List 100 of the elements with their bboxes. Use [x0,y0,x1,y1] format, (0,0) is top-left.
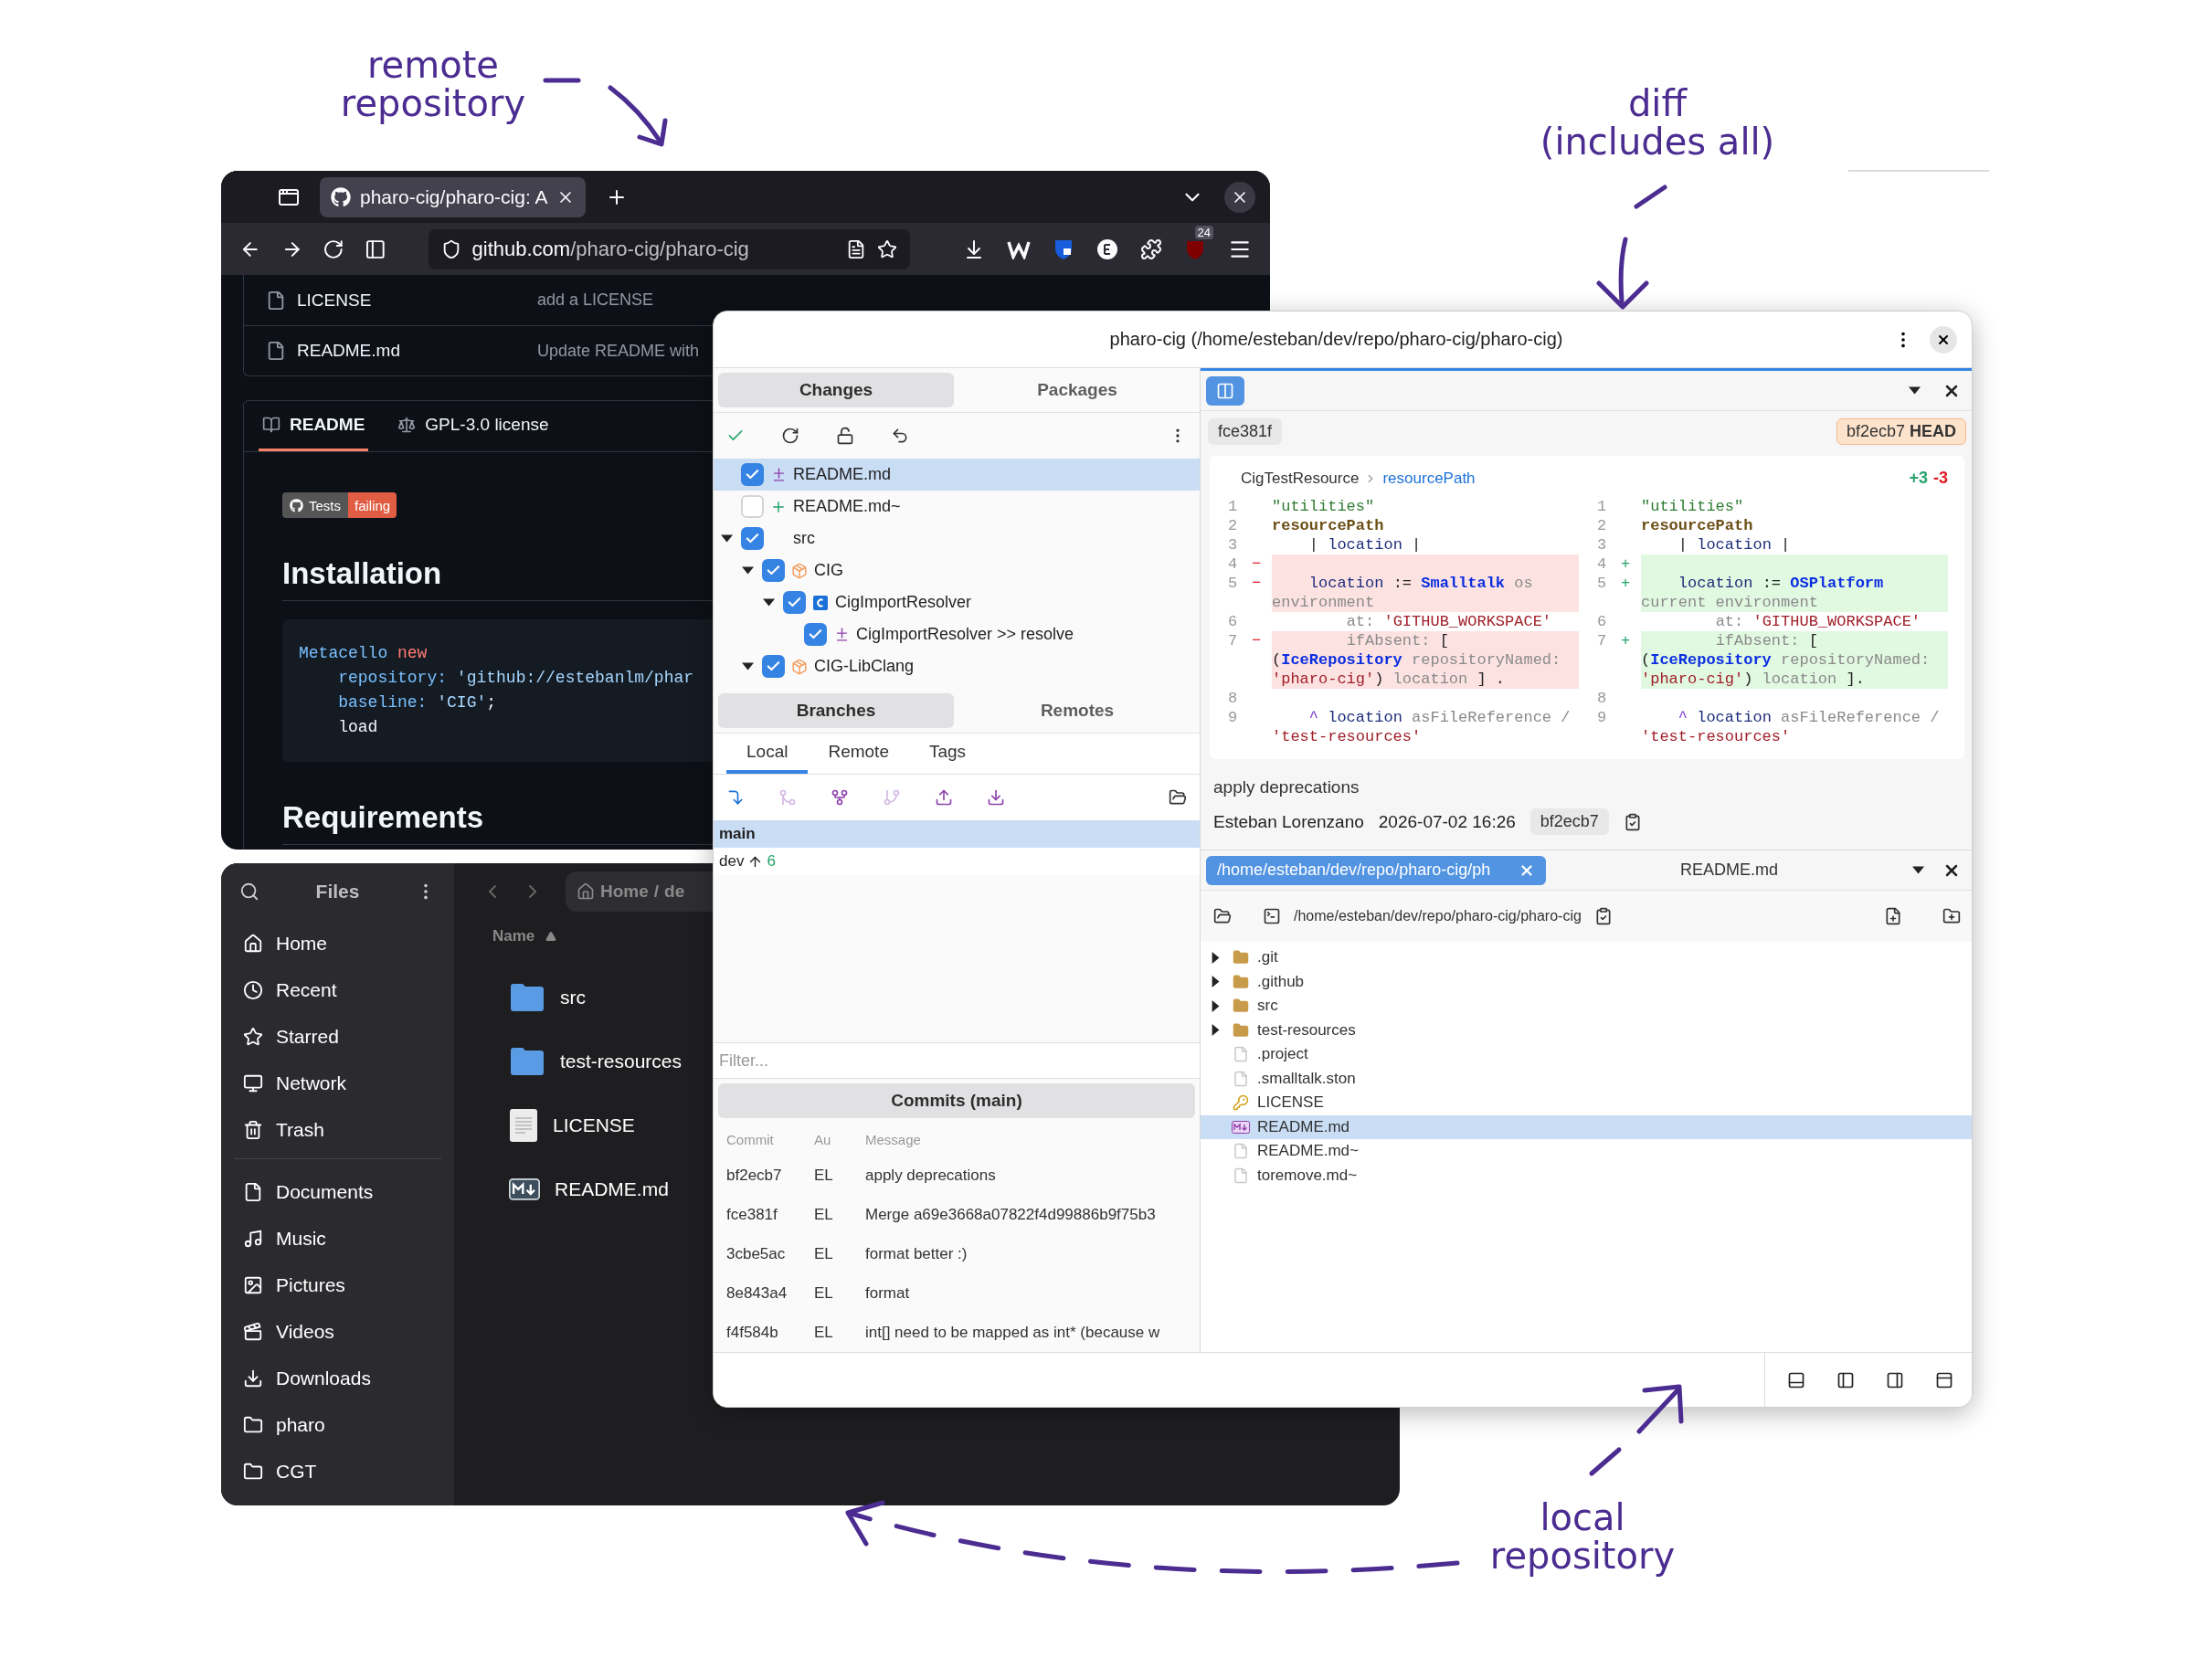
checkbox[interactable] [741,463,764,486]
tree-row[interactable]: CigImportResolver >> resolve [714,618,1200,650]
ahead-count: 6 [767,852,776,871]
new-file-icon[interactable] [1884,907,1902,925]
tree-row[interactable]: CIG [714,554,1200,586]
file-name[interactable]: src [560,987,586,1008]
sidebar-item[interactable]: Starred [234,1013,441,1060]
file-name[interactable]: test-resources [560,1051,683,1072]
terminal-icon[interactable] [1263,907,1281,925]
filter-field[interactable]: Filter... [714,1042,1200,1079]
download-icon[interactable] [987,788,1005,807]
caret-icon[interactable] [720,533,733,544]
file-row[interactable]: README.md [1201,1114,1972,1139]
file-row[interactable]: src [1201,994,1972,1019]
browser-tab[interactable]: pharo-cig/pharo-cig: A [320,176,587,217]
new-folder-icon[interactable] [1942,907,1961,925]
caret-icon[interactable] [741,565,754,576]
reload-icon[interactable] [323,238,344,260]
undo-icon[interactable] [891,427,909,445]
sidebar-item[interactable]: Home [234,920,441,966]
file-name[interactable]: README.md [555,1178,669,1200]
caret-icon[interactable] [762,597,775,608]
checkbox[interactable] [783,591,806,614]
checkbox[interactable] [762,559,785,582]
checkbox[interactable] [762,655,785,678]
sidebar-item[interactable]: Recent [234,966,441,1013]
column-header[interactable]: Name [492,927,535,945]
reader-view-icon[interactable] [846,238,866,259]
close-button[interactable] [1930,325,1957,354]
diff-view-button[interactable] [1206,375,1244,406]
checkout-arrow-icon[interactable] [726,788,745,807]
file-name[interactable]: README.md [297,341,526,361]
readme-tab[interactable]: README [259,401,369,451]
checkbox[interactable] [741,527,764,550]
tab[interactable]: Remotes [959,693,1195,728]
file-row[interactable]: .smalltalk.ston [1201,1066,1972,1091]
tree-row[interactable]: README.md~ [714,491,1200,523]
panel-top-icon[interactable] [1935,1370,1953,1389]
search-icon[interactable] [239,882,259,902]
sidebar-item[interactable]: Network [234,1060,441,1106]
file-row[interactable]: LICENSE [1201,1091,1972,1115]
sidebar-icon[interactable] [364,238,386,260]
tab[interactable]: Remote [808,734,909,774]
fork-icon[interactable] [831,788,849,807]
checkbox[interactable] [804,623,827,646]
close-button[interactable] [1224,181,1255,213]
code-line: at: 'GITHUB_WORKSPACE' [1714,612,1922,631]
code-line: | location | [1677,535,1792,554]
column-header: Message [865,1131,922,1147]
folder-icon[interactable] [1169,788,1187,807]
unlock-icon[interactable] [836,427,854,445]
refresh-icon[interactable] [781,427,799,445]
tab[interactable]: Branches [718,693,954,728]
sidebar-item[interactable]: CGT [234,1448,441,1494]
file-name[interactable]: LICENSE [297,290,526,311]
folder-icon[interactable] [1213,907,1232,925]
tab[interactable]: Changes [718,373,954,407]
branch-row[interactable]: main [714,820,1200,848]
tree-row[interactable]: README.md [714,459,1200,491]
file-row[interactable]: README.md~ [1201,1139,1972,1164]
address-bar[interactable]: github.com/pharo-cig/pharo-cig [428,228,910,269]
tab[interactable]: Packages [959,373,1195,407]
file-row[interactable]: test-resources [1201,1018,1972,1042]
sidebar-item[interactable]: Videos [234,1308,441,1355]
panel-left-icon[interactable] [1836,1370,1855,1389]
tab-title: pharo-cig/pharo-cig: A [360,185,548,208]
sidebar-item[interactable]: Pictures [234,1262,441,1308]
commit-message[interactable]: add a LICENSE [537,290,654,310]
caret-icon[interactable] [1909,385,1921,396]
circle-extension-icon[interactable] [1096,238,1118,260]
sidebar-item[interactable]: Trash [234,1106,441,1153]
sidebar-item[interactable]: Music [234,1215,441,1262]
file-name[interactable]: LICENSE [553,1114,635,1136]
file-row[interactable]: toremove.md~ [1201,1163,1972,1188]
file-row[interactable]: .github [1201,969,1972,994]
tree-row[interactable]: CigImportResolver [714,586,1200,618]
caret-icon[interactable] [741,660,754,672]
puzzle-icon[interactable] [1140,238,1162,260]
breadcrumb-item[interactable]: de [664,882,685,902]
breadcrumb-item[interactable]: Home [600,882,649,902]
file-row[interactable]: .project [1201,1042,1972,1067]
shield-extension-icon[interactable] [1053,238,1074,260]
star-icon[interactable] [877,238,897,259]
breadcrumb-item[interactable]: / [653,882,660,902]
method-link[interactable]: resourcePath [1382,469,1476,488]
upload-icon[interactable] [935,788,953,807]
file-row[interactable]: .git [1201,945,1972,970]
branch-row[interactable]: dev 6 [714,848,1200,875]
readme-tab[interactable]: GPL-3.0 license [394,401,553,451]
tab[interactable]: Tags [908,734,987,774]
tree-row[interactable]: CIG-LibClang [714,650,1200,682]
caret-icon[interactable] [1912,864,1924,876]
tab-label: /home/esteban/dev/repo/pharo-cig/ph [1217,861,1491,880]
sidebar-item[interactable]: Documents [234,1168,441,1215]
panel-bottom-icon[interactable] [1787,1370,1805,1389]
panel-right-icon[interactable] [1886,1370,1904,1389]
sidebar-item[interactable]: Downloads [234,1355,441,1401]
commit-message[interactable]: Update README with [537,341,700,361]
sidebar-item[interactable]: pharo [234,1401,441,1448]
tree-row[interactable]: src [714,523,1200,554]
